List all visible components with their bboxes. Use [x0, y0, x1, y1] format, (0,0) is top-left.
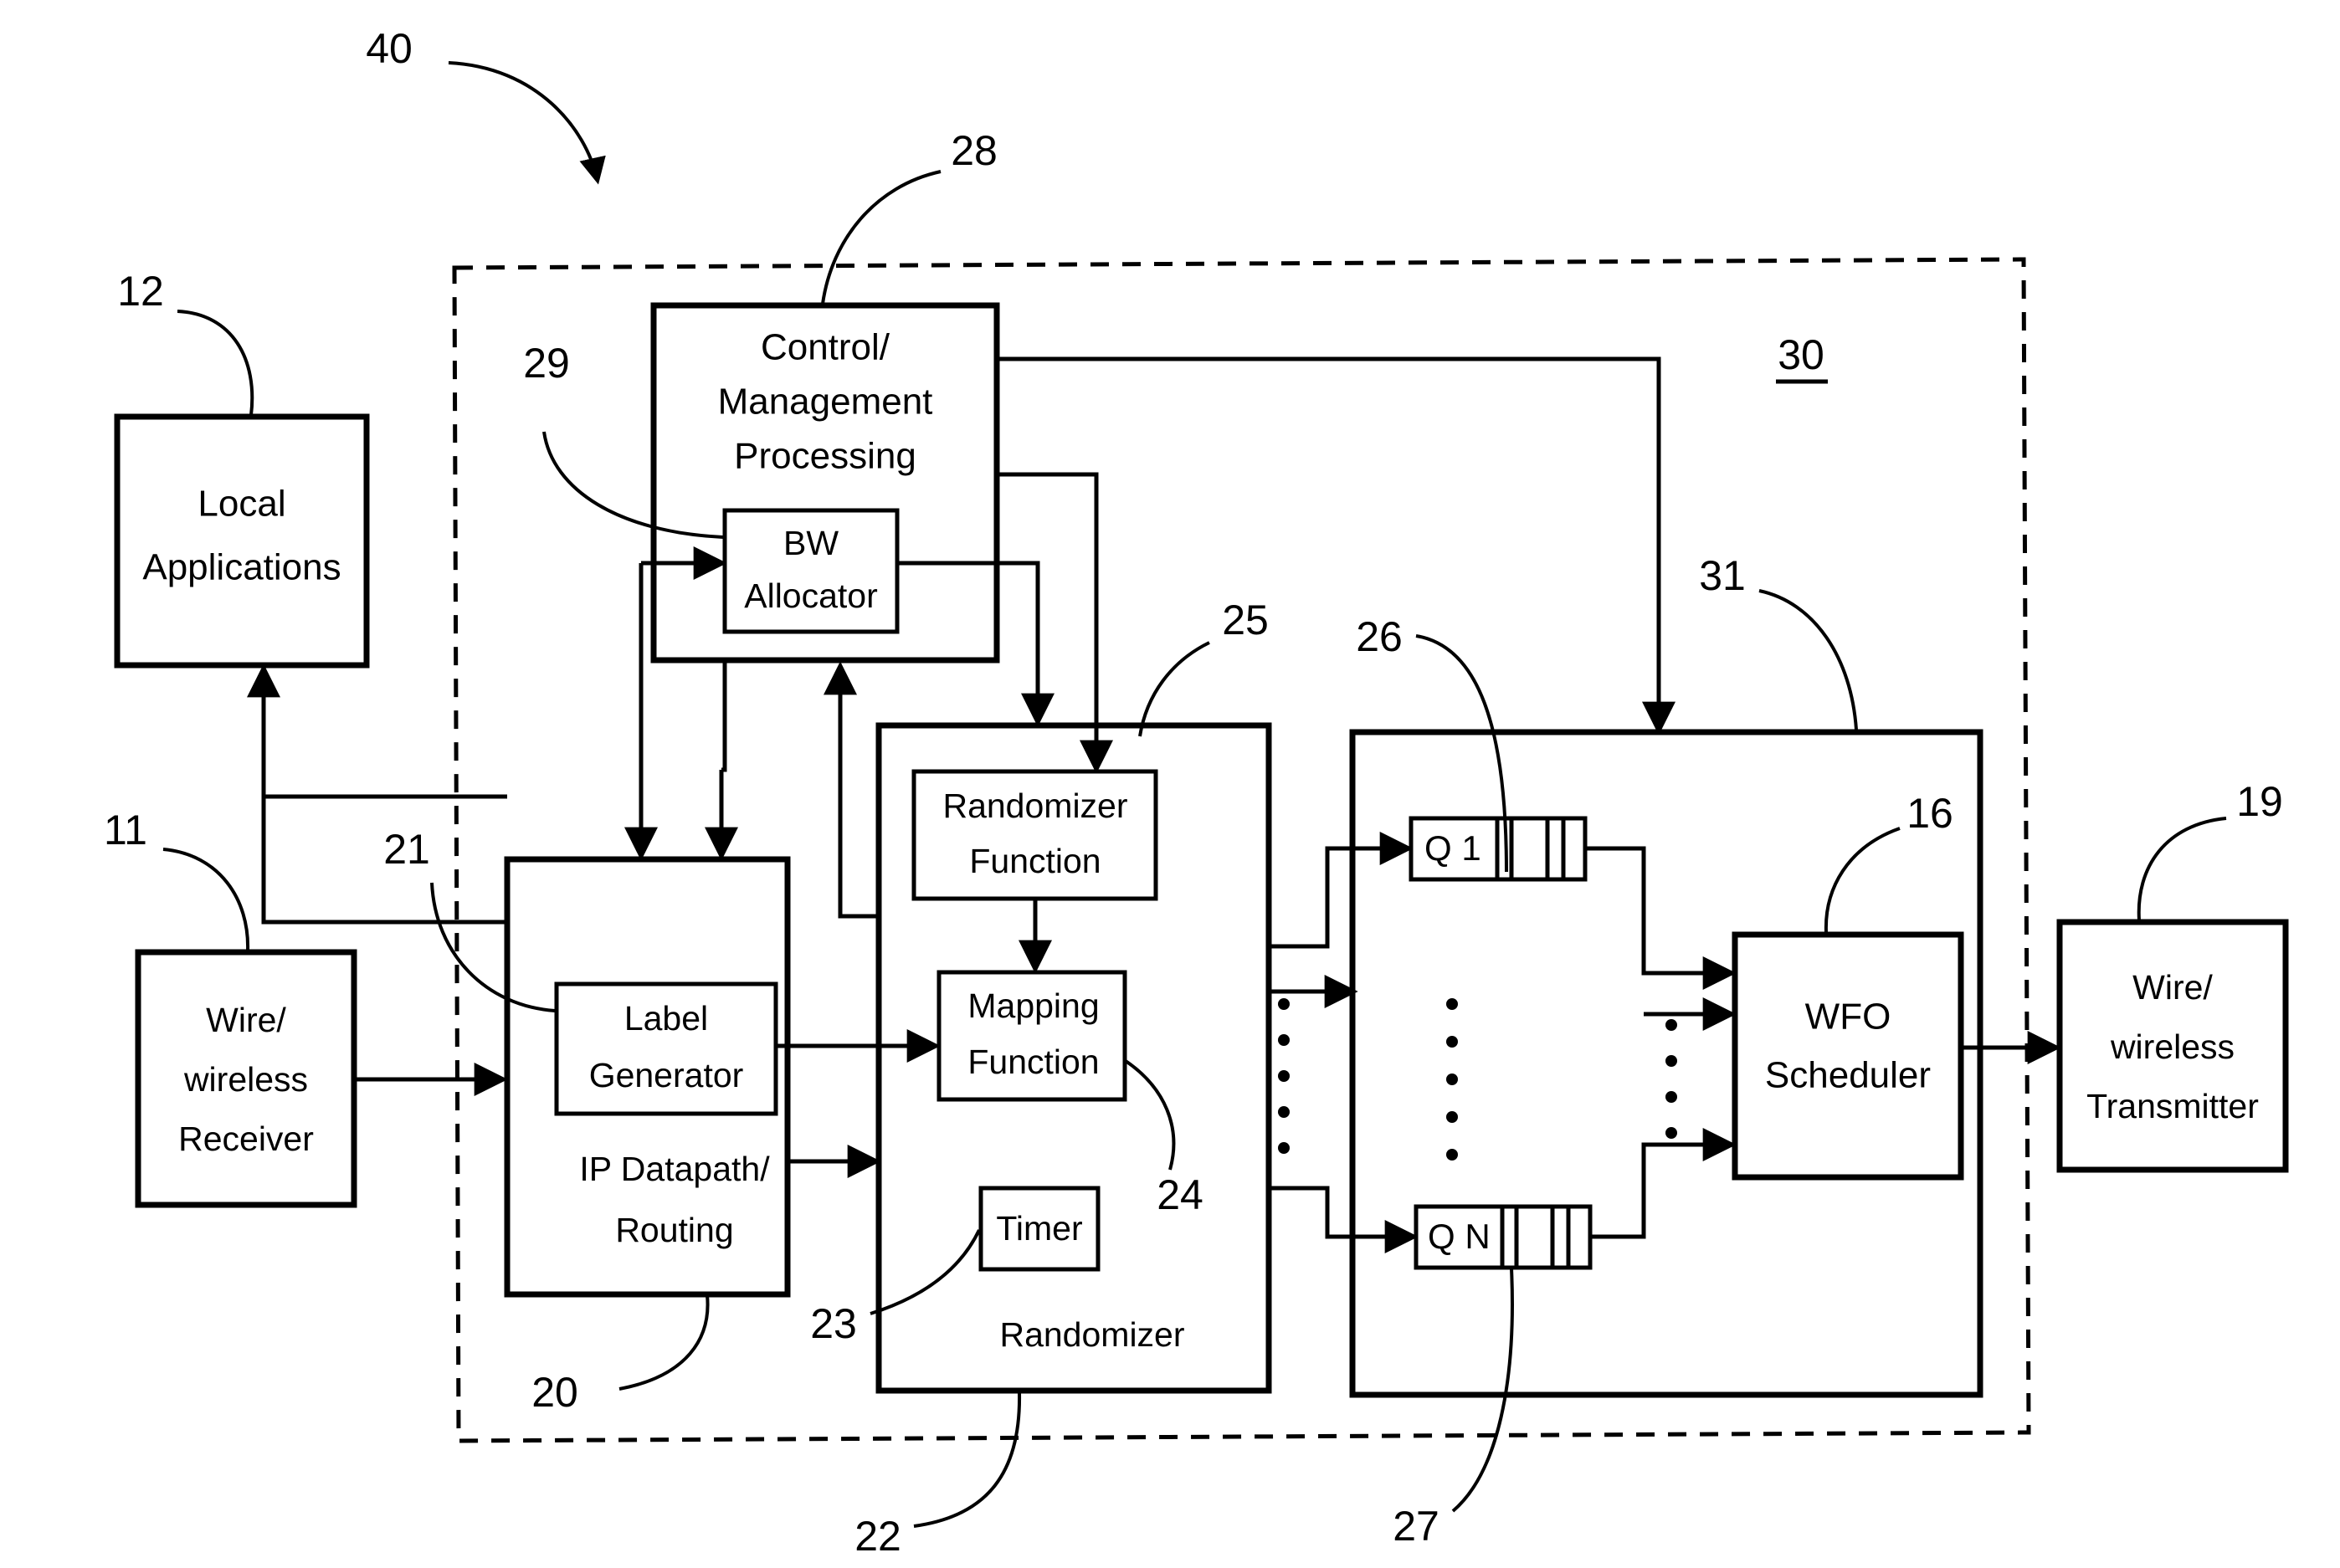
- label-generator-label-line2: Generator: [589, 1056, 744, 1094]
- label-generator-label-line1: Label: [624, 999, 708, 1038]
- leader-line-23: [870, 1229, 981, 1315]
- scheduler-ellipsis-dot-3: [1665, 1091, 1677, 1103]
- leader-line-24: [1124, 1059, 1176, 1171]
- conn-qn-to-wfo-scheduler: [1590, 1128, 1737, 1239]
- ref-numeral-31: 31: [1699, 552, 1746, 599]
- queue-ellipsis-dot-5: [1446, 1149, 1458, 1161]
- leader-line-16: [1824, 827, 1901, 933]
- patent-figure-canvas: Local Applications 12 Wire/ wireless Rec…: [0, 0, 2340, 1568]
- leader-line-22: [913, 1391, 1022, 1528]
- leader-line-28: [821, 170, 942, 305]
- queue-ellipsis-dot-3: [1446, 1074, 1458, 1085]
- ref-numeral-26: 26: [1356, 613, 1403, 660]
- ref-numeral-16: 16: [1906, 790, 1953, 837]
- wfo-scheduler-label-line1: WFO: [1805, 997, 1891, 1038]
- wfo-scheduler-label-line2: Scheduler: [1765, 1055, 1931, 1096]
- ref-numeral-23: 23: [810, 1300, 857, 1347]
- bw-allocator-label-line1: BW: [783, 524, 839, 562]
- local-applications-block: [114, 413, 370, 669]
- ref-numeral-28: 28: [951, 127, 998, 174]
- ip-datapath-label-line1: IP Datapath/: [579, 1150, 770, 1188]
- leader-line-31: [1758, 589, 1858, 730]
- randomizer-function-label-line1: Randomizer: [942, 787, 1127, 825]
- leader-line-21: [430, 882, 556, 1012]
- receiver-label-line2: wireless: [183, 1060, 308, 1099]
- queue-q1-label: Q 1: [1424, 828, 1481, 868]
- local-applications-label-line2: Applications: [142, 547, 341, 588]
- queue-ellipsis-dot-1: [1446, 998, 1458, 1010]
- conn-randomizer-out-bottom: [1269, 1186, 1419, 1253]
- randomizer-out-ellipsis-dot-4: [1278, 1106, 1290, 1118]
- transmitter-label-line1: Wire/: [2132, 968, 2213, 1007]
- queue-ellipsis-dot-2: [1446, 1036, 1458, 1048]
- queue-ellipsis-dot-4: [1446, 1111, 1458, 1123]
- conn-control-bottom-bus-to-ip-datapath: [721, 660, 727, 772]
- leader-line-19: [2137, 817, 2227, 921]
- conn-randomizer-to-bw-allocator-feedback: [824, 661, 879, 919]
- mapping-function-label-line2: Function: [967, 1043, 1099, 1081]
- control-management-label-line2: Management: [718, 382, 933, 423]
- control-management-label-line1: Control/: [761, 327, 890, 368]
- ref-numeral-11: 11: [104, 807, 147, 853]
- conn-local-applications-feedback: [247, 664, 507, 799]
- ref-numeral-24: 24: [1157, 1171, 1203, 1218]
- leader-line-11: [162, 848, 250, 951]
- queue-qn-label: Q N: [1428, 1217, 1491, 1256]
- bw-allocator-label-line2: Allocator: [744, 576, 878, 615]
- randomizer-function-label-line2: Function: [969, 842, 1101, 880]
- scheduler-ellipsis-dot-1: [1665, 1019, 1677, 1031]
- randomizer-out-ellipsis-dot-3: [1278, 1070, 1290, 1082]
- leader-line-40-arrow: [448, 61, 606, 185]
- timer-label: Timer: [996, 1209, 1082, 1248]
- ref-numeral-40: 40: [366, 25, 413, 72]
- leader-line-29: [542, 431, 724, 539]
- leader-line-25: [1138, 641, 1210, 737]
- randomizer-out-ellipsis-dot-2: [1278, 1034, 1290, 1046]
- control-management-label-line3: Processing: [734, 436, 916, 477]
- ref-numeral-22: 22: [854, 1513, 901, 1560]
- block-diagram-svg: Local Applications 12 Wire/ wireless Rec…: [104, 25, 2289, 1560]
- conn-q1-to-wfo-scheduler: [1585, 846, 1737, 990]
- ref-numeral-25: 25: [1222, 597, 1269, 643]
- ref-numeral-19: 19: [2236, 778, 2283, 825]
- ref-numeral-27: 27: [1393, 1503, 1439, 1550]
- mapping-function-label-line1: Mapping: [967, 986, 1099, 1025]
- randomizer-label: Randomizer: [999, 1315, 1184, 1354]
- receiver-label-line1: Wire/: [206, 1001, 286, 1039]
- leader-line-20: [618, 1294, 710, 1391]
- ref-numeral-12: 12: [117, 268, 164, 315]
- receiver-label-line3: Receiver: [178, 1120, 314, 1158]
- local-applications-label-line1: Local: [198, 484, 285, 525]
- ref-numeral-30: 30: [1778, 331, 1824, 378]
- transmitter-label-line2: wireless: [2110, 1027, 2235, 1066]
- ref-numeral-29: 29: [523, 340, 570, 387]
- conn-randomizer-out-top: [1269, 832, 1414, 949]
- scheduler-ellipsis-dot-4: [1665, 1127, 1677, 1139]
- ref-numeral-21: 21: [383, 826, 430, 873]
- leader-line-12: [177, 310, 254, 416]
- leader-line-27: [1451, 1268, 1514, 1513]
- ip-datapath-label-line2: Routing: [615, 1211, 733, 1249]
- randomizer-out-ellipsis-dot-1: [1278, 998, 1290, 1010]
- transmitter-label-line3: Transmitter: [2086, 1087, 2259, 1125]
- randomizer-out-ellipsis-dot-5: [1278, 1142, 1290, 1154]
- conn-bw-allocator-to-randomizer: [897, 561, 1055, 727]
- system-boundary-dashed: [452, 257, 2031, 1443]
- scheduler-ellipsis-dot-2: [1665, 1055, 1677, 1067]
- ref-numeral-20: 20: [531, 1369, 578, 1416]
